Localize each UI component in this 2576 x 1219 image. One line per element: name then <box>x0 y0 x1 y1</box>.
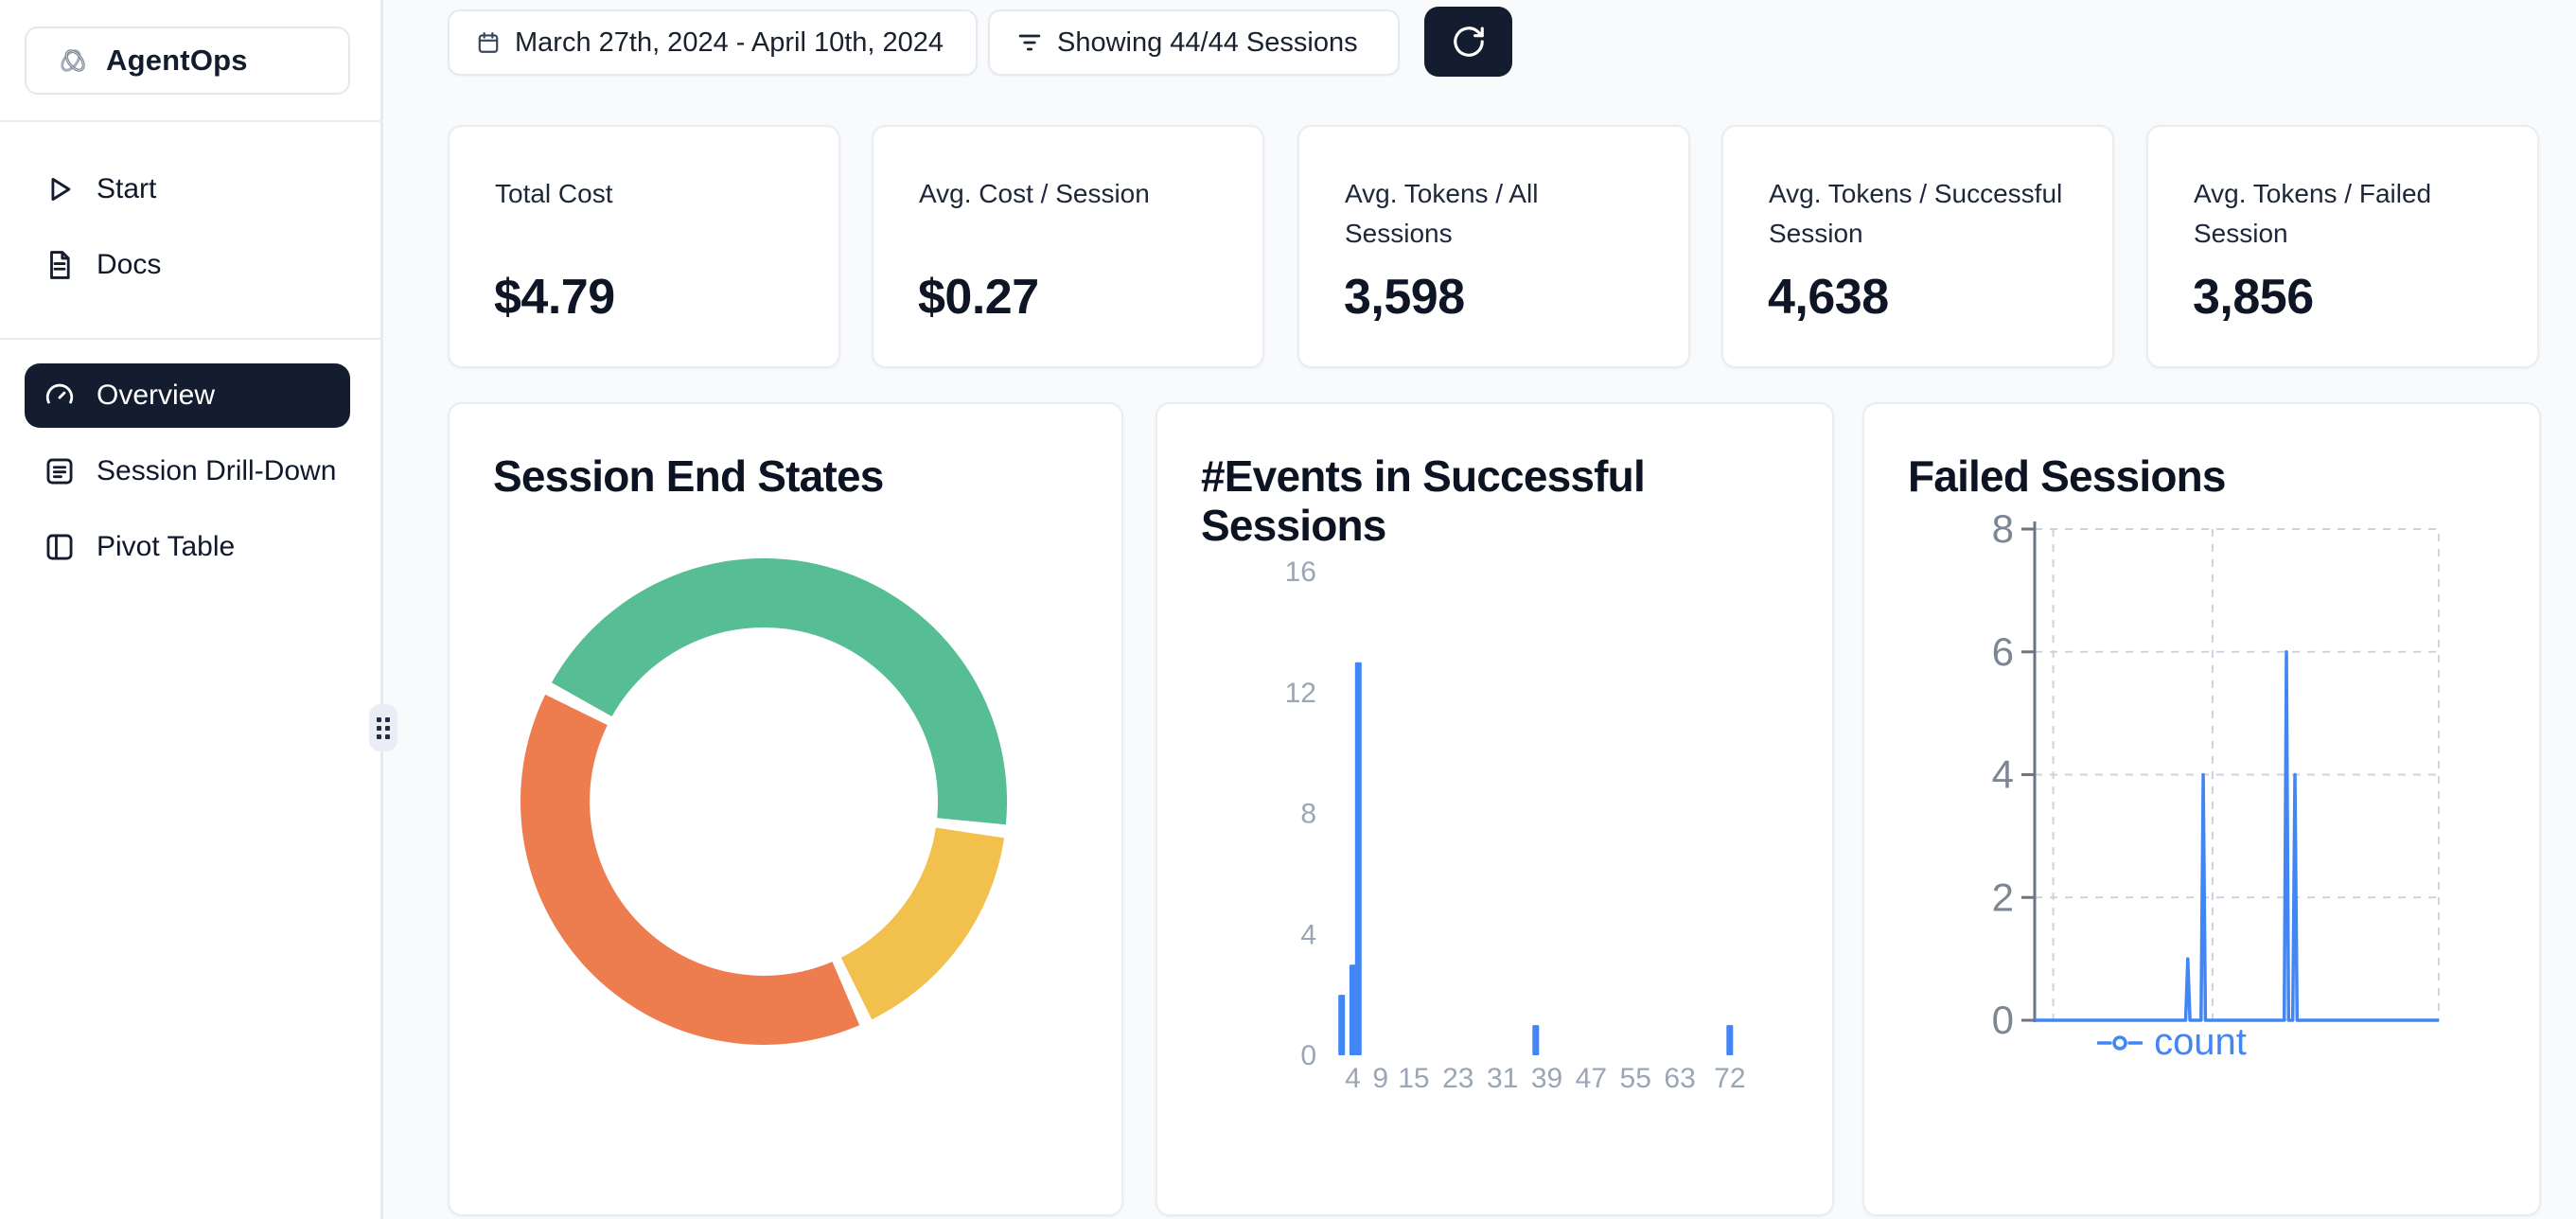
failed-sessions-card: Failed Sessions 02468 count <box>1862 402 2541 1216</box>
stat-card-avg-tokens-all: Avg. Tokens / All Sessions 3,598 <box>1297 125 1690 368</box>
histogram-bar[interactable] <box>1355 662 1362 1055</box>
donut-slice-indeterminate[interactable] <box>841 828 1004 1020</box>
sidebar-item-label: Docs <box>97 249 161 281</box>
x-tick-label: 9 <box>1372 1063 1388 1094</box>
y-tick-label: 12 <box>1285 678 1316 709</box>
x-tick-label: 63 <box>1664 1063 1695 1094</box>
histogram-bar[interactable] <box>1532 1025 1539 1055</box>
stat-value: 3,856 <box>2193 269 2314 326</box>
stat-label: Avg. Tokens / All Sessions <box>1345 174 1652 254</box>
filter-icon <box>1016 29 1043 56</box>
agentops-logo-icon <box>57 44 89 77</box>
list-box-icon <box>44 455 76 487</box>
y-tick-label: 0 <box>1300 1040 1316 1071</box>
stat-label: Avg. Cost / Session <box>919 174 1226 214</box>
sidebar-divider <box>0 120 383 122</box>
sidebar-item-label: Overview <box>97 380 215 412</box>
main-content: March 27th, 2024 - April 10th, 2024 Show… <box>386 0 2576 1219</box>
sidebar-item-session-drill-down[interactable]: Session Drill-Down <box>25 442 350 501</box>
session-filter-button[interactable]: Showing 44/44 Sessions <box>988 9 1400 76</box>
brand-logo-box[interactable]: AgentOps <box>25 26 350 95</box>
stat-card-total-cost: Total Cost $4.79 <box>448 125 840 368</box>
sidebar-item-label: Pivot Table <box>97 531 235 563</box>
events-histogram-card: #Events in Successful Sessions 048121649… <box>1156 402 1834 1216</box>
donut-slice-fail[interactable] <box>520 695 859 1045</box>
date-range-button[interactable]: March 27th, 2024 - April 10th, 2024 <box>448 9 978 76</box>
x-tick-label: 55 <box>1620 1063 1651 1094</box>
y-tick-label: 2 <box>1992 874 2014 919</box>
line-series-marker-icon <box>2097 1034 2143 1051</box>
session-end-states-card: Session End States SuccessFailIndetermin… <box>448 402 1123 1216</box>
count-legend[interactable]: count <box>2049 1021 2295 1064</box>
x-tick-label: 15 <box>1398 1063 1429 1094</box>
stat-value: $0.27 <box>918 269 1039 326</box>
session-end-states-donut-chart <box>450 404 1123 1216</box>
donut-slice-success[interactable] <box>552 558 1007 824</box>
sidebar: AgentOps Start Docs Overview Session Dri… <box>0 0 383 1219</box>
stat-label: Avg. Tokens / Successful Session <box>1769 174 2076 254</box>
y-tick-label: 16 <box>1285 556 1316 588</box>
panel-icon <box>44 531 76 563</box>
stat-card-avg-cost: Avg. Cost / Session $0.27 <box>872 125 1264 368</box>
x-tick-label: 4 <box>1345 1063 1361 1094</box>
stat-card-avg-tokens-failed: Avg. Tokens / Failed Session 3,856 <box>2146 125 2539 368</box>
stat-value: 3,598 <box>1344 269 1465 326</box>
histogram-bar[interactable] <box>1338 995 1345 1055</box>
y-tick-label: 8 <box>1300 799 1316 830</box>
x-tick-label: 31 <box>1487 1063 1518 1094</box>
y-tick-label: 8 <box>1992 506 2014 551</box>
refresh-button[interactable] <box>1424 7 1512 77</box>
play-icon <box>44 173 76 205</box>
stat-value: 4,638 <box>1768 269 1889 326</box>
y-tick-label: 0 <box>1992 998 2014 1042</box>
stat-label: Total Cost <box>495 174 803 214</box>
count-series-line[interactable] <box>2035 652 2439 1020</box>
sidebar-divider <box>0 338 383 340</box>
refresh-icon <box>1451 24 1487 60</box>
stat-label: Avg. Tokens / Failed Session <box>2194 174 2501 254</box>
sidebar-item-start[interactable]: Start <box>25 160 350 219</box>
y-tick-label: 6 <box>1992 629 2014 674</box>
failed-sessions-line-chart: 0 2 4 6 8 <box>1864 404 2541 1216</box>
sidebar-item-docs[interactable]: Docs <box>25 236 350 294</box>
x-tick-label: 39 <box>1531 1063 1562 1094</box>
histogram-bar[interactable] <box>1726 1025 1733 1055</box>
file-icon <box>44 249 76 281</box>
sidebar-item-overview[interactable]: Overview <box>25 363 350 428</box>
events-histogram-chart: 0481216491523313947556372 <box>1157 404 1834 1216</box>
x-tick-label: 23 <box>1442 1063 1473 1094</box>
session-filter-label: Showing 44/44 Sessions <box>1057 27 1358 59</box>
y-tick-label: 4 <box>1300 919 1316 950</box>
brand-name: AgentOps <box>106 44 248 78</box>
count-legend-label: count <box>2154 1021 2247 1064</box>
date-range-label: March 27th, 2024 - April 10th, 2024 <box>515 27 944 59</box>
sidebar-item-label: Start <box>97 173 156 205</box>
x-tick-label: 47 <box>1576 1063 1607 1094</box>
stat-value: $4.79 <box>494 269 615 326</box>
sidebar-item-pivot-table[interactable]: Pivot Table <box>25 518 350 576</box>
y-tick-label: 4 <box>1992 752 2014 797</box>
calendar-icon <box>476 30 501 55</box>
x-tick-label: 72 <box>1714 1063 1745 1094</box>
sidebar-item-label: Session Drill-Down <box>97 455 336 487</box>
gauge-icon <box>44 380 76 412</box>
stat-card-avg-tokens-success: Avg. Tokens / Successful Session 4,638 <box>1721 125 2114 368</box>
